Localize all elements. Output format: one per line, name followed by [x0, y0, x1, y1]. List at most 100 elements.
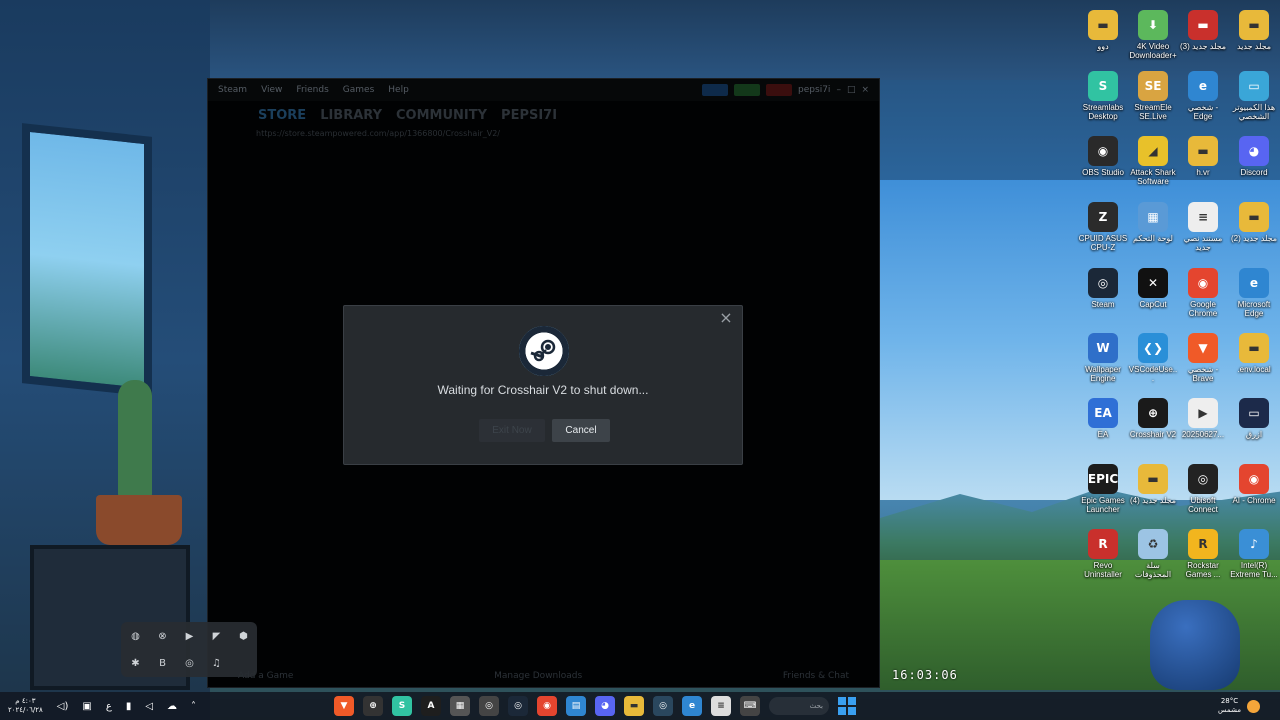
desktop-icon[interactable]: R Rockstar Games ... [1178, 529, 1228, 579]
desktop-icon[interactable]: ▶ 20250627... [1178, 398, 1228, 439]
tray-bluetooth-icon[interactable]: ✱ [122, 650, 149, 677]
desktop-icon[interactable]: ◉ AI - Chrome [1229, 464, 1279, 505]
calculator-icon[interactable]: ▦ [450, 696, 470, 716]
tray-play-icon[interactable]: ▶ [176, 623, 203, 650]
taskbar-search[interactable]: بحث [769, 697, 829, 715]
start-button[interactable] [838, 697, 856, 715]
exit-now-button[interactable]: Exit Now [479, 419, 545, 442]
desktop-icon[interactable]: ▬ مجلد جديد [1229, 10, 1279, 51]
keyboard-icon[interactable]: ⌨ [740, 696, 760, 716]
taskbar-date: ٢٠٢٤/٠٦/٢٨ [8, 706, 43, 714]
folder-icon: ▬ [1188, 10, 1218, 40]
menu-games[interactable]: Games [343, 85, 374, 95]
crosshair-icon[interactable]: ⊕ [363, 696, 383, 716]
friends-chat-button[interactable]: Friends & Chat [783, 671, 849, 681]
desktop-icon[interactable]: ◉ Google Chrome [1178, 268, 1228, 318]
discord-icon[interactable]: ◕ [595, 696, 615, 716]
menu-view[interactable]: View [261, 85, 282, 95]
dialog-close-button[interactable]: × [716, 308, 736, 328]
desktop-icon[interactable]: SE StreamEle SE.Live [1128, 71, 1178, 121]
speaker-icon[interactable]: ◁ [145, 701, 153, 712]
tray-app-1-icon[interactable]: ◍ [122, 623, 149, 650]
tray-shield-icon[interactable]: ⬢ [230, 623, 257, 650]
desktop-icon[interactable]: ◢ Attack Shark Software [1128, 136, 1178, 186]
desktop-icon-label: Streamlabs Desktop [1082, 103, 1124, 121]
onedrive-icon[interactable]: ☁ [167, 701, 177, 712]
menu-help[interactable]: Help [388, 85, 409, 95]
desktop-icon[interactable]: ▬ دوو [1078, 10, 1128, 51]
tray-overflow-popup: ◍ ⊗ ▶ ◤ ⬢ ✱ B ◎ ♫ [121, 622, 257, 677]
chrome-icon[interactable]: ◉ [537, 696, 557, 716]
desktop-icon[interactable]: e شخصي - Edge [1178, 71, 1228, 121]
tab-community[interactable]: COMMUNITY [396, 108, 487, 123]
network-icon[interactable]: ▣ [82, 701, 91, 712]
language-icon[interactable]: ع [106, 701, 112, 712]
weather-desc: مشمس [1218, 706, 1241, 714]
cancel-button[interactable]: Cancel [552, 419, 610, 442]
tray-crosshair-icon[interactable]: ⊗ [149, 623, 176, 650]
desktop-icon[interactable]: EA EA [1078, 398, 1128, 439]
desktop-icon[interactable]: ⬇ 4K Video Downloader+ [1128, 10, 1178, 60]
volume-icon[interactable]: ◁) [57, 701, 69, 712]
desktop-icon[interactable]: ⊕ Crosshair V2 [1128, 398, 1178, 439]
desktop-icon[interactable]: ▬ .env.local [1229, 333, 1279, 374]
start-tile [838, 707, 846, 715]
steam-icon[interactable]: ◎ [508, 696, 528, 716]
desktop-icon[interactable]: ≡ مستند نصي جديد [1178, 202, 1228, 252]
desktop-icon[interactable]: W Wallpaper Engine [1078, 333, 1128, 383]
desktop-icon[interactable]: ✕ CapCut [1128, 268, 1178, 309]
desktop-icon[interactable]: ▭ ازرق [1229, 398, 1279, 439]
steam-icon[interactable]: ◎ [653, 696, 673, 716]
tray-steam-icon[interactable]: ◎ [176, 650, 203, 677]
tray-b-icon[interactable]: B [149, 650, 176, 677]
tray-nvidia-icon[interactable]: ◤ [203, 623, 230, 650]
avatar[interactable] [766, 84, 793, 96]
desktop-icon[interactable]: ♻ سلة المحذوفات [1128, 529, 1178, 579]
desktop-icon[interactable]: ▬ h.vr [1178, 136, 1228, 177]
menu-steam[interactable]: Steam [218, 85, 247, 95]
streamlabs-icon[interactable]: S [392, 696, 412, 716]
tray-chevron-icon[interactable]: ˄ [191, 701, 196, 712]
brave-icon[interactable]: ▼ [334, 696, 354, 716]
desktop-icon[interactable]: ❮❯ VSCodeUse... [1128, 333, 1178, 383]
gamepad-icon[interactable]: ◎ [479, 696, 499, 716]
microphone-icon[interactable]: ▮ [126, 701, 132, 712]
desktop-icon-label: ازرق [1245, 430, 1263, 439]
desktop-icon[interactable]: e Microsoft Edge [1229, 268, 1279, 318]
desktop-icon[interactable]: Z CPUID ASUS CPU-Z [1078, 202, 1128, 252]
store-icon[interactable]: ▤ [566, 696, 586, 716]
manage-downloads-button[interactable]: Manage Downloads [494, 671, 582, 681]
desktop-icon[interactable]: ▼ شخصي - Brave [1178, 333, 1228, 383]
notifications-button[interactable] [734, 84, 761, 96]
tab-store[interactable]: STORE [258, 108, 306, 123]
tray-headset-icon[interactable]: ♫ [203, 650, 230, 677]
broadcast-button[interactable] [702, 84, 729, 96]
desktop-icon[interactable]: ◉ OBS Studio [1078, 136, 1128, 177]
folder-icon: ▬ [1239, 202, 1269, 232]
desktop-icon[interactable]: ▬ (2) مجلد جديد [1229, 202, 1279, 243]
weather-widget[interactable]: 28°C مشمس [1218, 692, 1260, 720]
desktop-icon[interactable]: ♪ Intel(R) Extreme Tu... [1229, 529, 1279, 579]
app-a-icon[interactable]: A [421, 696, 441, 716]
desktop-icon[interactable]: ◕ Discord [1229, 136, 1279, 177]
desktop-icon[interactable]: ▬ (3) مجلد جديد [1178, 10, 1228, 51]
desktop-icon[interactable]: S Streamlabs Desktop [1078, 71, 1128, 121]
desktop-icon[interactable]: ▦ لوحة التحكم [1128, 202, 1178, 243]
minimize-icon[interactable]: – [836, 85, 841, 95]
file-explorer-icon[interactable]: ▬ [624, 696, 644, 716]
menu-friends[interactable]: Friends [296, 85, 328, 95]
desktop-icon[interactable]: ▬ (4) مجلد جديد [1128, 464, 1178, 505]
account-name[interactable]: pepsi7i [798, 85, 830, 95]
desktop-icon[interactable]: ▭ هذا الكمبيوتر الشخصي [1229, 71, 1279, 121]
desktop-icon[interactable]: ◎ Steam [1078, 268, 1128, 309]
notepad-icon[interactable]: ≡ [711, 696, 731, 716]
desktop-icon[interactable]: R Revo Uninstaller [1078, 529, 1128, 579]
close-icon[interactable]: × [861, 85, 869, 95]
desktop-icon[interactable]: ◎ Ubisoft Connect [1178, 464, 1228, 514]
edge-icon[interactable]: e [682, 696, 702, 716]
taskbar-clock[interactable]: ٤:٠٣ م ٢٠٢٤/٠٦/٢٨ [8, 697, 43, 715]
tab-profile[interactable]: PEPSI7I [501, 108, 557, 123]
desktop-icon[interactable]: EPIC Epic Games Launcher [1078, 464, 1128, 514]
tab-library[interactable]: LIBRARY [320, 108, 382, 123]
maximize-icon[interactable]: □ [847, 85, 856, 95]
